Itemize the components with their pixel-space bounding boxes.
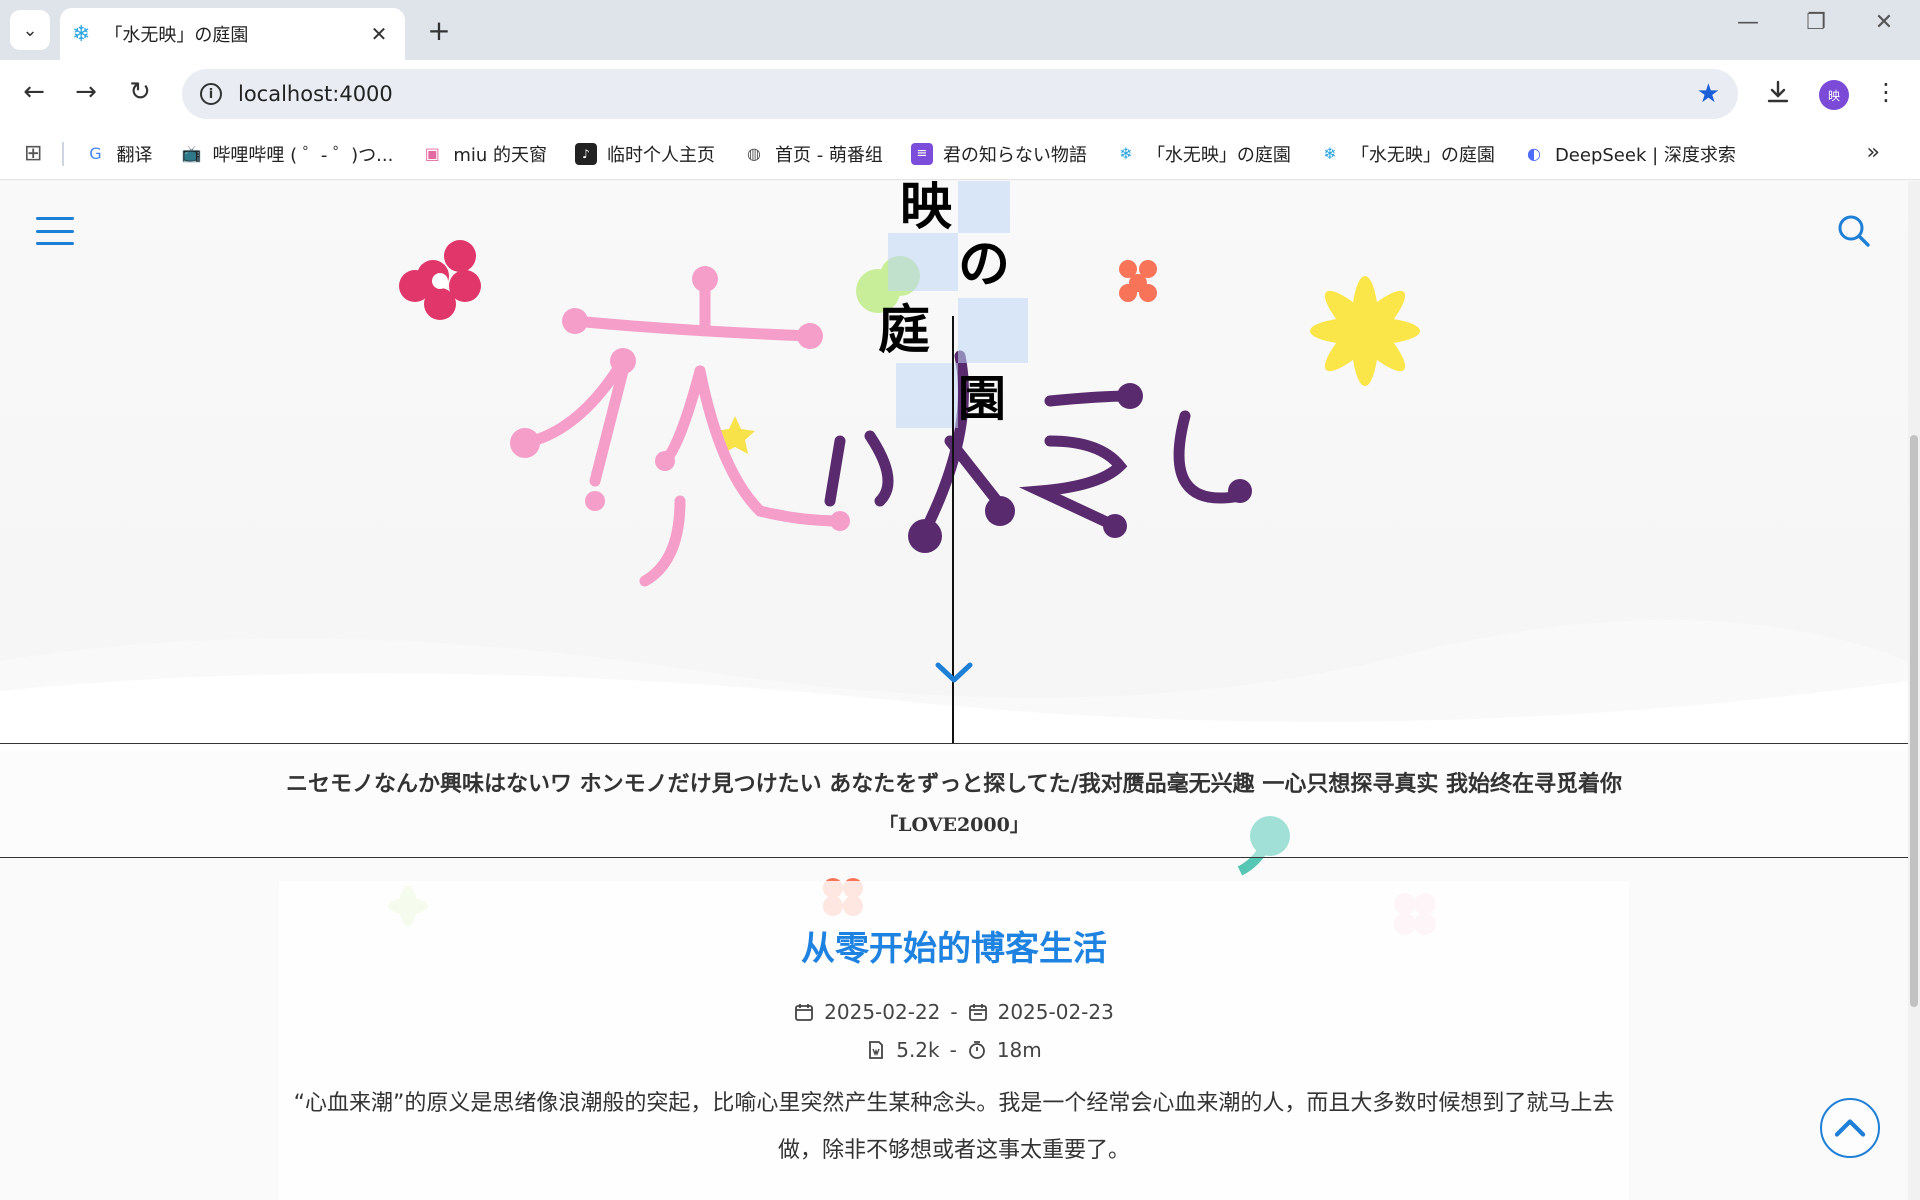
hero-dots-pink — [510, 266, 850, 531]
back-to-top-button[interactable] — [1820, 1098, 1880, 1158]
meta-separator: - — [950, 1000, 958, 1024]
new-tab-button[interactable]: + — [422, 14, 456, 47]
page-viewport: 映 の 庭 園 ニセモノなんか興味はないワ ホンモノだけ見つけたい あなたをずっ… — [0, 181, 1908, 1200]
forward-arrow-icon[interactable]: → — [66, 72, 106, 112]
reload-icon[interactable]: ↻ — [120, 72, 160, 112]
post-card: 从零开始的博客生活 2025-02-22 - 2025-02-23 5.2k -… — [279, 881, 1629, 1200]
site-info-icon[interactable]: i — [200, 83, 222, 105]
scrollbar-thumb[interactable] — [1910, 435, 1918, 1007]
post-word-count: 5.2k — [896, 1038, 940, 1062]
image-icon: ♪ — [574, 142, 597, 165]
bookmark-label: 「水无映」の庭園 — [1146, 144, 1291, 166]
title-char: 園 — [958, 371, 1007, 427]
bookmark-item[interactable]: ▣ miu 的天窗 — [421, 141, 547, 167]
timer-icon — [968, 1041, 985, 1059]
bookmark-label: 临时个人主页 — [606, 144, 715, 166]
post-title-link[interactable]: 从零开始的博客生活 — [279, 921, 1629, 970]
title-char: 庭 — [878, 300, 931, 361]
apps-grid-icon[interactable]: ⊞ — [24, 141, 42, 166]
bookmark-label: 「水无映」の庭園 — [1350, 144, 1495, 166]
bookmark-item[interactable]: ❄ 「水无映」の庭園 — [1115, 141, 1291, 167]
bookmark-label: miu 的天窗 — [453, 144, 547, 166]
close-tab-icon[interactable]: ✕ — [365, 22, 393, 46]
quote-band: ニセモノなんか興味はないワ ホンモノだけ見つけたい あなたをずっと探してた/我对… — [0, 743, 1908, 858]
close-window-icon[interactable]: ✕ — [1864, 10, 1904, 35]
bookmarks-bar: ⊞ G 翻译 📺 哔哩哔哩 ( ゜- ゜)つ... ▣ miu 的天窗 ♪ 临时个人主页… — [0, 128, 1920, 180]
google-translate-icon: G — [89, 144, 102, 163]
bookmark-label: 翻译 — [116, 144, 153, 166]
minimize-icon[interactable]: — — [1728, 10, 1768, 35]
snowflake-icon: ❄ — [1119, 144, 1133, 163]
tv-icon: ▣ — [424, 144, 440, 163]
bookmark-label: 君の知らない物語 — [942, 144, 1087, 166]
browser-toolbar: ← → ↻ i localhost:4000 ★ 映 ⋮ — [0, 60, 1920, 128]
globe-icon: ◍ — [747, 144, 761, 163]
deepseek-icon: ◐ — [1526, 144, 1541, 163]
bookmark-item[interactable]: ❄ 「水无映」の庭園 — [1319, 141, 1495, 167]
post-stats: 5.2k - 18m — [279, 1038, 1629, 1062]
bookmark-item[interactable]: ◐ DeepSeek | 深度求索 — [1523, 141, 1736, 167]
word-count-icon — [869, 1041, 884, 1059]
download-icon[interactable] — [1758, 72, 1798, 112]
more-bookmarks-icon[interactable]: » — [1867, 140, 1880, 165]
tab-title: 「水无映」の庭園 — [104, 25, 249, 46]
bookmark-label: 哔哩哔哩 ( ゜- ゜)つ... — [212, 144, 394, 166]
restore-icon[interactable]: ❐ — [1796, 10, 1836, 35]
meta-separator: - — [949, 1038, 957, 1062]
bookmark-star-icon[interactable]: ★ — [1697, 79, 1720, 109]
address-bar[interactable]: i localhost:4000 ★ — [182, 69, 1738, 119]
calendar-edit-icon — [968, 1004, 987, 1021]
post-excerpt: “心血来潮”的原义是思绪像浪潮般的突起，比喻心里突然产生某种念头。我是一个经常会… — [293, 1091, 1615, 1163]
chevron-down-icon[interactable] — [934, 661, 974, 685]
menu-hamburger-icon[interactable] — [36, 217, 74, 245]
post-read-time: 18m — [996, 1038, 1042, 1062]
bookmark-item[interactable]: 📺 哔哩哔哩 ( ゜- ゜)つ... — [180, 141, 393, 167]
browser-tab[interactable]: ❄ 「水无映」の庭園 ✕ — [60, 8, 405, 60]
post-updated-date: 2025-02-23 — [997, 1000, 1114, 1024]
post-dates: 2025-02-22 - 2025-02-23 — [279, 1000, 1629, 1024]
quote-text: ニセモノなんか興味はないワ ホンモノだけ見つけたい あなたをずっと探してた/我对… — [285, 771, 1623, 797]
bookmark-item[interactable]: ♪ 临时个人主页 — [574, 141, 715, 167]
title-char: 映 — [900, 181, 953, 237]
hero-banner: 映 の 庭 園 — [0, 181, 1908, 751]
bookmark-item[interactable]: ◍ 首页 - 萌番组 — [743, 141, 883, 167]
quote-source: 「LOVE2000」 — [879, 814, 1029, 836]
tab-search-button[interactable]: ⌄ — [10, 10, 50, 50]
site-title: 映 の 庭 園 — [870, 181, 1050, 451]
menu-kebab-icon[interactable]: ⋮ — [1868, 72, 1904, 112]
bookmark-item[interactable]: G 翻译 — [84, 141, 152, 167]
bookmark-item[interactable]: ≡ 君の知らない物語 — [910, 141, 1087, 167]
snowflake-icon: ❄ — [72, 21, 91, 47]
scrollbar[interactable] — [1908, 181, 1920, 1200]
bookmark-label: 首页 - 萌番组 — [774, 144, 883, 166]
search-icon[interactable] — [1836, 213, 1872, 249]
back-arrow-icon[interactable]: ← — [14, 72, 54, 112]
document-icon: ≡ — [910, 142, 933, 165]
bookmark-label: DeepSeek | 深度求索 — [1554, 144, 1736, 166]
post-created-date: 2025-02-22 — [824, 1000, 941, 1024]
chevron-down-icon: ⌄ — [22, 19, 38, 41]
bookmark-divider — [62, 141, 65, 166]
snowflake-icon: ❄ — [1323, 144, 1337, 163]
profile-avatar[interactable]: 映 — [1819, 80, 1849, 110]
title-char: の — [958, 234, 1011, 295]
bilibili-icon: 📺 — [181, 144, 202, 163]
calendar-icon — [795, 1004, 814, 1021]
tab-strip: ⌄ ❄ 「水无映」の庭園 ✕ + — ❐ ✕ — [0, 0, 1920, 60]
url-text[interactable]: localhost:4000 — [238, 82, 1697, 106]
